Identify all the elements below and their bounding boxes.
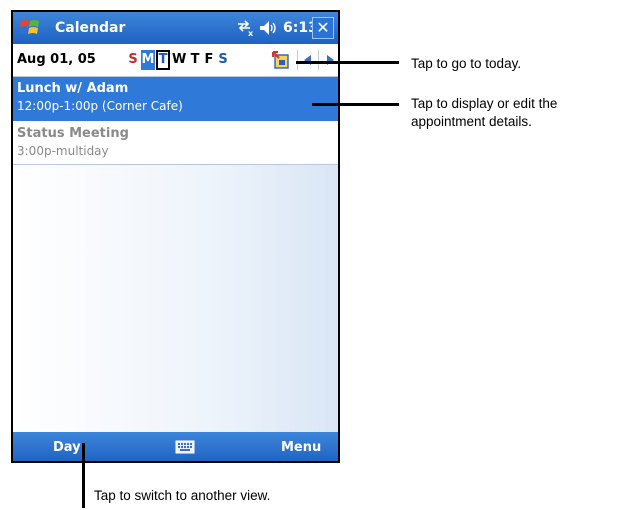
appointment-item-selected[interactable]: Lunch w/ Adam 12:00p-1:00p (Corner Cafe) — [13, 77, 338, 121]
device-screen: Calendar x 6:13 ✕ Aug 01, 05 S M T W T F… — [11, 10, 340, 463]
callout-go-to-today: Tap to go to today. — [411, 56, 522, 71]
appointment-item[interactable]: Status Meeting 3:00p-multiday — [13, 121, 338, 165]
close-button[interactable]: ✕ — [312, 17, 334, 39]
callout-switch-view: Tap to switch to another view. — [94, 488, 271, 503]
appointment-title: Status Meeting — [17, 126, 129, 141]
title-bar: Calendar x 6:13 ✕ — [13, 12, 338, 44]
go-to-today-icon[interactable] — [271, 50, 291, 70]
connectivity-icon[interactable]: x — [235, 17, 255, 37]
current-date[interactable]: Aug 01, 05 — [17, 52, 96, 67]
volume-icon[interactable] — [258, 19, 278, 37]
svg-text:x: x — [248, 29, 254, 37]
app-title: Calendar — [55, 20, 126, 36]
appointment-time: 12:00p-1:00p (Corner Cafe) — [17, 99, 183, 113]
appointment-list: Lunch w/ Adam 12:00p-1:00p (Corner Cafe)… — [13, 77, 338, 432]
keyboard-icon[interactable] — [175, 439, 195, 455]
date-navigation-bar: Aug 01, 05 S M T W T F S — [13, 44, 338, 77]
callout-line-details — [312, 103, 399, 106]
callout-line-view — [82, 443, 85, 508]
day-tuesday[interactable]: T — [156, 50, 170, 70]
menu-bar: Day Menu — [13, 432, 338, 461]
day-wednesday[interactable]: W — [172, 50, 186, 70]
callout-details-line2: appointment details. — [411, 114, 532, 129]
appointment-title: Lunch w/ Adam — [17, 81, 129, 96]
day-sunday[interactable]: S — [126, 50, 140, 70]
divider — [318, 50, 319, 70]
menu-button[interactable]: Menu — [281, 440, 321, 455]
callout-details-line1: Tap to display or edit the — [411, 96, 558, 111]
day-saturday[interactable]: S — [216, 50, 230, 70]
divider — [297, 50, 298, 70]
appointment-time: 3:00p-multiday — [17, 144, 109, 158]
day-view-button[interactable]: Day — [53, 440, 81, 455]
windows-start-icon[interactable] — [19, 18, 41, 38]
previous-arrow-icon[interactable] — [301, 53, 313, 67]
day-thursday[interactable]: T — [188, 50, 202, 70]
day-monday[interactable]: M — [141, 50, 155, 70]
day-friday[interactable]: F — [202, 50, 216, 70]
next-arrow-icon[interactable] — [325, 53, 337, 67]
callout-line-today — [296, 61, 399, 64]
